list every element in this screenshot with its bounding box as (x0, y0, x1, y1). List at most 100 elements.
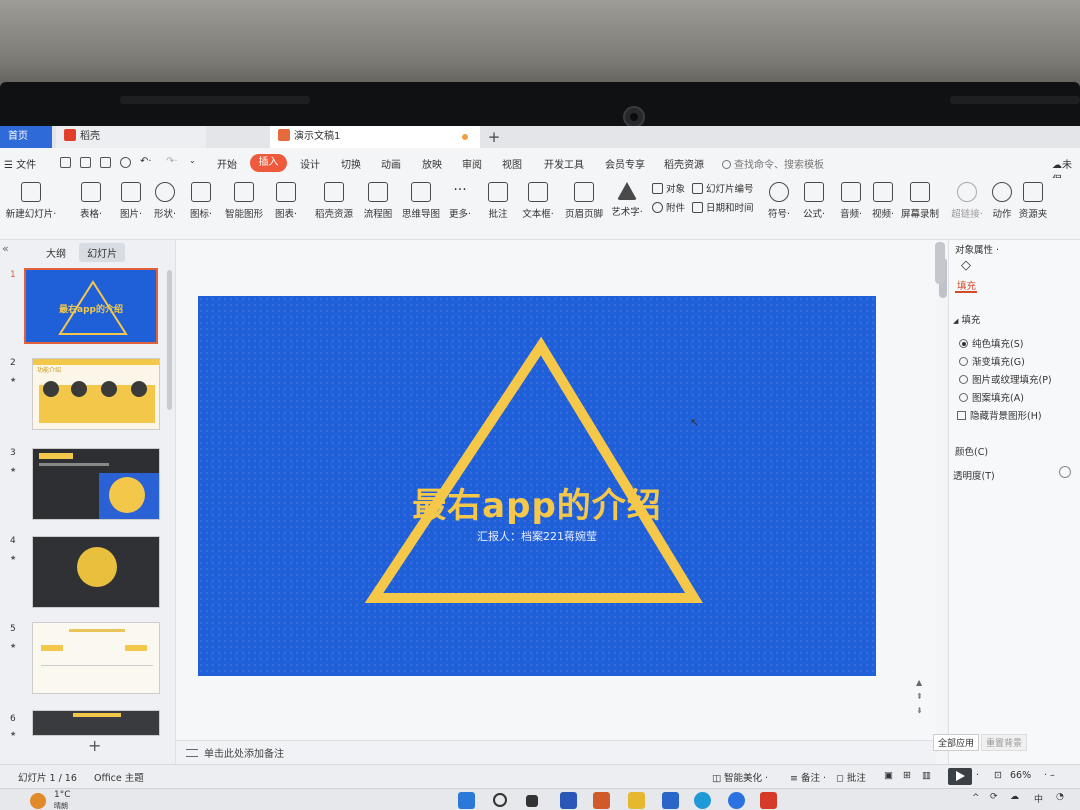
undo-icon[interactable]: ↶· (140, 156, 152, 167)
weather-temp[interactable]: 1°C (54, 790, 71, 800)
add-slide-button[interactable]: + (88, 736, 101, 755)
apply-all-button[interactable]: 全部应用 (933, 734, 980, 751)
reset-bg-button[interactable]: 重置背景 (981, 734, 1028, 751)
slide-title[interactable]: 最右app的介绍 (198, 478, 876, 527)
slide-number-button[interactable]: 幻灯片编号 (692, 181, 754, 195)
hide-bg-checkbox[interactable]: 隐藏背景图形(H) (957, 408, 1042, 422)
wifi-icon[interactable]: ◔ (1056, 792, 1064, 802)
more-button[interactable]: ··· 更多· (446, 182, 474, 220)
smart-graphic-button[interactable]: 智能图形 (222, 182, 266, 220)
menu-transition[interactable]: 切换 (341, 156, 361, 171)
solid-fill-option[interactable]: 纯色填充(S) (959, 336, 1023, 350)
header-footer-button[interactable]: 页眉页脚 (562, 182, 606, 220)
word-icon[interactable] (560, 792, 577, 809)
daoke-resource-button[interactable]: 稻壳资源 (312, 182, 356, 220)
grid-view-icon[interactable]: ⊞ (903, 770, 911, 781)
edge-icon[interactable] (694, 792, 711, 809)
picture-fill-option[interactable]: 图片或纹理填充(P) (959, 372, 1052, 386)
notes-bar[interactable]: 单击此处添加备注 (176, 740, 936, 764)
object-button[interactable]: 对象 (652, 181, 685, 195)
menu-start[interactable]: 开始 (217, 156, 237, 171)
slide-subtitle[interactable]: 汇报人：档案221蒋婉莹 (198, 528, 876, 544)
play-slideshow-button[interactable] (948, 768, 972, 785)
menu-design[interactable]: 设计 (300, 156, 320, 171)
slide-thumb-3[interactable] (32, 448, 160, 520)
sync-icon[interactable]: ⟳ (990, 792, 998, 802)
chevron-down-icon[interactable]: ⌄ (189, 156, 196, 165)
menu-developer[interactable]: 开发工具 (544, 156, 584, 171)
search-icon[interactable] (493, 793, 507, 807)
symbol-button[interactable]: 符号· (764, 182, 794, 220)
slide-thumb-5[interactable] (32, 622, 160, 694)
menu-slideshow[interactable]: 放映 (422, 156, 442, 171)
new-slide-button[interactable]: 新建幻灯片· (2, 182, 60, 220)
export-icon[interactable] (80, 157, 91, 168)
slide-thumb-6[interactable] (32, 710, 160, 736)
gradient-fill-option[interactable]: 渐变填充(G) (959, 354, 1025, 368)
save-icon[interactable] (60, 157, 71, 168)
command-search[interactable]: 查找命令、搜索模板 (722, 156, 824, 171)
mindmap-button[interactable]: 思维导图 (400, 182, 442, 220)
beautify-button[interactable]: ◫ 智能美化 · (712, 770, 768, 784)
normal-view-icon[interactable]: ▣ (884, 770, 893, 781)
resource-folder-button[interactable]: 资源夹 (1016, 182, 1050, 220)
tab-daoke[interactable]: 稻壳 (56, 126, 206, 148)
new-tab-button[interactable]: + (486, 126, 502, 148)
tab-outline[interactable]: 大纲 (38, 243, 74, 262)
slide-1[interactable]: 最右app的介绍 汇报人：档案221蒋婉莹 (198, 296, 876, 676)
hyperlink-button[interactable]: 超链接· (950, 182, 984, 220)
theme-name[interactable]: Office 主题 (94, 770, 144, 784)
wps-icon[interactable] (760, 792, 777, 809)
windows-start-icon[interactable] (458, 792, 475, 809)
datetime-button[interactable]: 日期和时间 (692, 200, 754, 214)
zoom-dropdown-icon[interactable]: · – (1044, 770, 1055, 781)
notes-toggle[interactable]: ≡ 备注 · (790, 770, 826, 784)
menu-review[interactable]: 审阅 (462, 156, 482, 171)
shape-button[interactable]: 形状· (150, 182, 180, 220)
attachment-button[interactable]: 附件 (652, 200, 685, 214)
redo-icon[interactable]: ↷· (166, 156, 178, 167)
formula-button[interactable]: 公式· (798, 182, 830, 220)
menu-animation[interactable]: 动画 (381, 156, 401, 171)
page-up-icon[interactable]: ⇞ (916, 692, 923, 701)
tab-home[interactable]: 首页 (0, 126, 52, 148)
app-k-icon[interactable] (728, 792, 745, 809)
transparency-stepper[interactable] (1059, 466, 1071, 478)
canvas-scrollbar[interactable] (938, 244, 948, 724)
chart-button[interactable]: 图表· (270, 182, 302, 220)
comment-button[interactable]: 批注 (484, 182, 512, 220)
cloud-icon[interactable]: ☁ (1010, 792, 1019, 802)
menu-insert[interactable]: 插入 (250, 154, 287, 172)
slide-thumb-2[interactable]: 功能介绍 (32, 358, 160, 430)
task-view-icon[interactable] (526, 795, 538, 807)
tray-chevron-icon[interactable]: ^ (972, 793, 980, 803)
properties-header[interactable]: 对象属性 · (955, 242, 999, 256)
tab-slides[interactable]: 幻灯片 (79, 243, 126, 262)
screen-record-button[interactable]: 屏幕录制 (900, 182, 940, 220)
flowchart-button[interactable]: 流程图 (362, 182, 394, 220)
textbox-button[interactable]: 文本框· (520, 182, 556, 220)
slide-thumb-4[interactable] (32, 536, 160, 608)
comments-toggle[interactable]: ◻ 批注 (836, 770, 866, 784)
print-icon[interactable] (100, 157, 111, 168)
panel-scrollbar[interactable] (167, 270, 172, 410)
wordart-button[interactable]: 艺术字· (610, 182, 644, 218)
zoom-level[interactable]: 66% (1010, 770, 1031, 781)
pattern-fill-option[interactable]: 图案填充(A) (959, 390, 1024, 404)
store-icon[interactable] (662, 792, 679, 809)
audio-button[interactable]: 音频· (836, 182, 866, 220)
weather-desc[interactable]: 晴朗 (54, 801, 68, 810)
scroll-up-icon[interactable]: ▲ (916, 678, 922, 687)
file-explorer-icon[interactable] (628, 792, 645, 809)
notes-placeholder[interactable]: 单击此处添加备注 (186, 745, 284, 760)
tab-fill[interactable]: 填充 (957, 278, 976, 292)
icon-button[interactable]: 图标· (186, 182, 216, 220)
play-dropdown-icon[interactable]: · (976, 770, 979, 781)
tab-document[interactable]: 演示文稿1 (270, 126, 480, 148)
image-button[interactable]: 图片· (116, 182, 146, 220)
menu-member[interactable]: 会员专享 (605, 156, 645, 171)
preview-icon[interactable] (120, 157, 131, 168)
file-menu[interactable]: ☰ 文件 (4, 156, 36, 171)
collapse-icon[interactable]: « (2, 242, 9, 255)
panel-scrollbar[interactable] (935, 242, 945, 284)
